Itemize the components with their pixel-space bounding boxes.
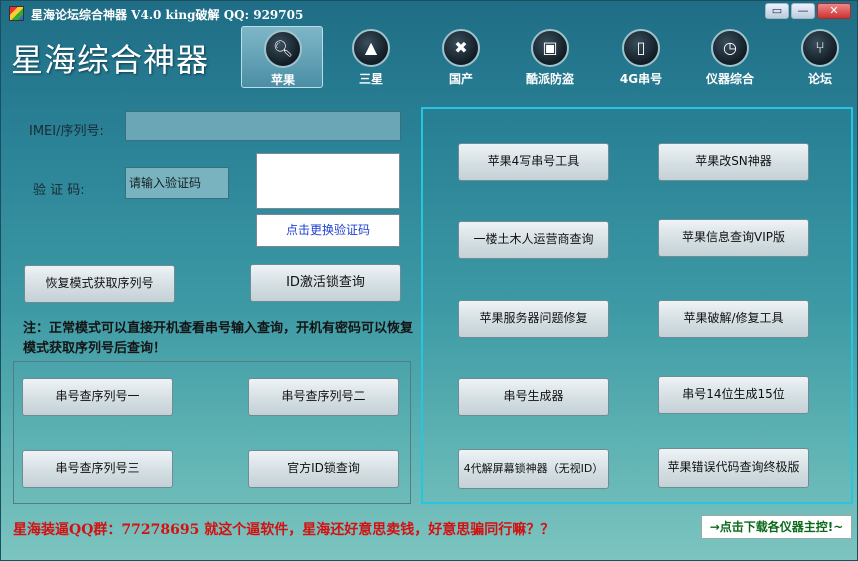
nav-toolbar: 🔍︎ 苹果 ▲ 三星 ✖ 国产 ▣ 酷派防盗 ▯ 4G串号 ◷ 仪器综合 ⑂ 论… xyxy=(241,26,855,88)
tool-button[interactable]: 苹果破解/修复工具 xyxy=(658,300,809,338)
cart-icon: ▣ xyxy=(531,29,569,67)
captcha-refresh-link[interactable]: 点击更换验证码 xyxy=(256,214,400,247)
serial-query-2-button[interactable]: 串号查序列号二 xyxy=(248,378,399,416)
nav-item-domestic[interactable]: ✖ 国产 xyxy=(420,26,502,88)
tool-button[interactable]: 苹果错误代码查询终极版 xyxy=(658,448,809,488)
tool-button[interactable]: 一楼土木人运营商查询 xyxy=(458,221,609,259)
download-link[interactable]: →点击下载各仪器主控!~ xyxy=(701,515,852,539)
nav-item-forum[interactable]: ⑂ 论坛 xyxy=(779,26,858,88)
tool-button[interactable]: 苹果改SN神器 xyxy=(658,143,809,181)
tools-icon: ✖ xyxy=(442,29,480,67)
captcha-image[interactable] xyxy=(256,153,400,209)
nav-item-coolpad[interactable]: ▣ 酷派防盗 xyxy=(509,26,591,88)
app-logo-icon xyxy=(9,6,24,21)
footer-banner-text: 星海装逼QQ群：77278695 就这个逼软件，星海还好意思卖钱，好意思骗同行嘛… xyxy=(13,522,555,538)
tool-button[interactable]: 串号生成器 xyxy=(458,378,609,416)
minimize-button[interactable]: — xyxy=(791,3,815,19)
nav-label: 仪器综合 xyxy=(705,72,754,86)
nav-item-instruments[interactable]: ◷ 仪器综合 xyxy=(689,26,771,88)
share-icon: ⑂ xyxy=(801,29,839,67)
serial-query-1-button[interactable]: 串号查序列号一 xyxy=(22,378,173,416)
captcha-label: 验 证 码: xyxy=(33,183,85,198)
nav-item-samsung[interactable]: ▲ 三星 xyxy=(330,26,412,88)
window-title: 星海论坛综合神器 V4.0 king破解 QQ: 929705 xyxy=(31,8,304,22)
tool-button[interactable]: 苹果服务器问题修复 xyxy=(458,300,609,338)
tool-button[interactable]: 4代解屏幕锁神器（无视ID） xyxy=(458,449,609,489)
nav-label: 国产 xyxy=(448,72,473,86)
tool-button[interactable]: 苹果4写串号工具 xyxy=(458,143,609,181)
captcha-input[interactable]: 请输入验证码 xyxy=(125,167,229,199)
nav-label: 4G串号 xyxy=(619,72,663,86)
nav-item-apple[interactable]: 🔍︎ 苹果 xyxy=(241,26,323,88)
title-bar: 星海论坛综合神器 V4.0 king破解 QQ: 929705 ▭ — ✕ xyxy=(1,1,857,25)
app-title: 星海综合神器 xyxy=(11,41,210,79)
nav-label: 苹果 xyxy=(270,73,295,87)
search-icon: 🔍︎ xyxy=(264,30,302,68)
phone-icon: ▯ xyxy=(622,29,660,67)
recovery-serial-button[interactable]: 恢复模式获取序列号 xyxy=(24,265,175,303)
imei-label: IMEI/序列号: xyxy=(29,124,104,139)
tool-button[interactable]: 串号14位生成15位 xyxy=(658,376,809,414)
close-button[interactable]: ✕ xyxy=(817,3,851,19)
restore-button[interactable]: ▭ xyxy=(765,3,789,19)
clock-icon: ◷ xyxy=(711,29,749,67)
flame-icon: ▲ xyxy=(352,29,390,67)
usage-note: 注：正常模式可以直接开机查看串号输入查询，开机有密码可以恢复模式获取序列号后查询… xyxy=(23,321,414,356)
id-activation-lock-button[interactable]: ID激活锁查询 xyxy=(250,264,401,302)
window-controls: ▭ — ✕ xyxy=(765,3,851,19)
nav-label: 三星 xyxy=(358,72,383,86)
official-id-lock-button[interactable]: 官方ID锁查询 xyxy=(248,450,399,488)
app-window: 星海论坛综合神器 V4.0 king破解 QQ: 929705 ▭ — ✕ 星海… xyxy=(0,0,858,561)
imei-input[interactable] xyxy=(125,111,401,141)
nav-label: 论坛 xyxy=(807,72,832,86)
nav-item-4g-imei[interactable]: ▯ 4G串号 xyxy=(600,26,682,88)
nav-label: 酷派防盗 xyxy=(525,72,574,86)
serial-query-3-button[interactable]: 串号查序列号三 xyxy=(22,450,173,488)
tool-button[interactable]: 苹果信息查询VIP版 xyxy=(658,219,809,257)
